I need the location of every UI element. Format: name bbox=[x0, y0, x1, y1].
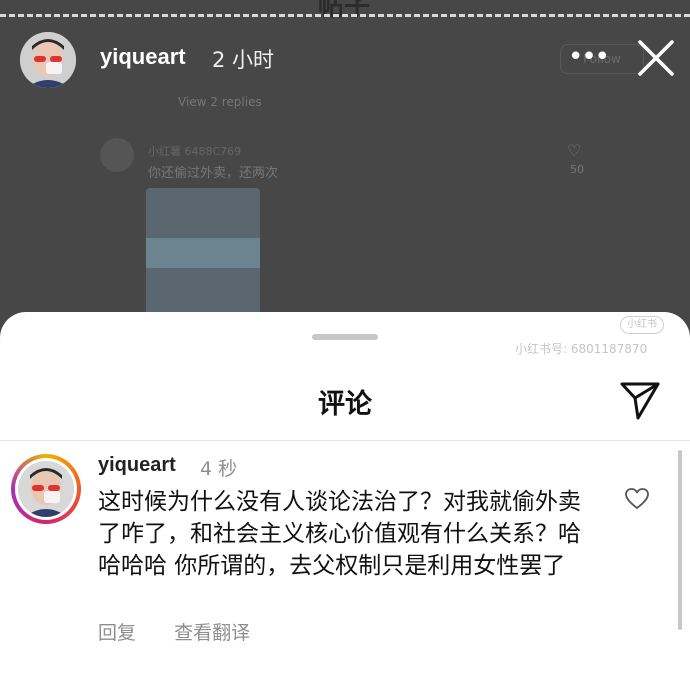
background-heart-icon: ♡ bbox=[567, 141, 582, 160]
background-comment-user: 小红薯 6488C769 bbox=[148, 145, 242, 158]
avatar[interactable] bbox=[20, 32, 76, 88]
story-username[interactable]: yiqueart bbox=[100, 44, 186, 70]
watermark-id: 小红书号: 6801187870 bbox=[515, 342, 648, 356]
close-icon[interactable] bbox=[634, 36, 678, 80]
sheet-title: 评论 bbox=[318, 389, 372, 420]
background-title: 帖子 bbox=[318, 0, 371, 22]
heart-outline-icon[interactable] bbox=[624, 486, 650, 512]
sheet-grabber[interactable] bbox=[312, 334, 378, 340]
send-icon[interactable] bbox=[618, 378, 662, 422]
watermark-logo: 小红书 bbox=[620, 316, 664, 334]
background-image bbox=[146, 188, 260, 318]
comment-actions: 回复 查看翻译 bbox=[98, 618, 282, 645]
comments-sheet: 评论 yiqueart 4 秒 这时候为什么没有人谈论法治了？对我就偷外卖了咋了… bbox=[0, 312, 690, 688]
translate-button[interactable]: 查看翻译 bbox=[174, 622, 250, 644]
comment-text: 这时候为什么没有人谈论法治了？对我就偷外卖了咋了，和社会主义核心价值观有什么关系… bbox=[98, 489, 581, 579]
background-comment-text: 你还偷过外卖，还两次 bbox=[148, 166, 279, 181]
story-header: yiqueart 2 小时 ••• bbox=[0, 30, 690, 88]
comment-avatar[interactable] bbox=[11, 454, 81, 524]
comment-timestamp: 4 秒 bbox=[200, 458, 238, 480]
background-like-count: 50 bbox=[570, 163, 584, 176]
sheet-divider bbox=[0, 440, 690, 441]
more-horizontal-icon[interactable]: ••• bbox=[568, 44, 610, 70]
story-timestamp: 2 小时 bbox=[212, 48, 275, 72]
scrollbar[interactable] bbox=[678, 450, 682, 630]
comment-item: yiqueart 4 秒 这时候为什么没有人谈论法治了？对我就偷外卖了咋了，和社… bbox=[0, 450, 690, 688]
reply-button[interactable]: 回复 bbox=[98, 622, 136, 644]
comment-username[interactable]: yiqueart bbox=[98, 454, 176, 477]
story-progress-bar bbox=[0, 14, 690, 17]
background-comment-avatar bbox=[100, 138, 134, 172]
background-view-replies: View 2 replies bbox=[178, 95, 262, 109]
